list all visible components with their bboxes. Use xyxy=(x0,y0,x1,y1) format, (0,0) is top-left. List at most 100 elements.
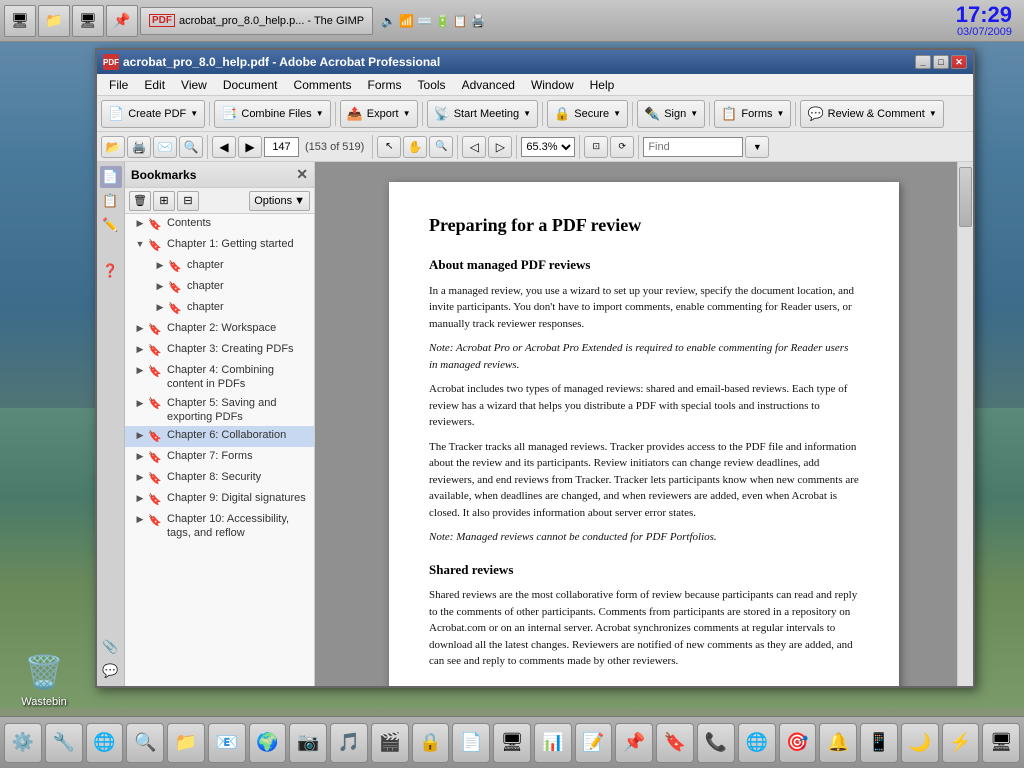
bm-collapse-button[interactable]: ⊟ xyxy=(177,191,199,211)
dock-btn-music[interactable]: 🎵 xyxy=(330,723,368,763)
find-arrow-button[interactable]: ▼ xyxy=(745,136,769,158)
sign-button[interactable]: ✒️ Sign ▼ xyxy=(637,100,705,128)
menu-comments[interactable]: Comments xyxy=(286,76,360,94)
menu-tools[interactable]: Tools xyxy=(410,76,454,94)
zoom-out-button[interactable]: 🔍 xyxy=(429,136,453,158)
bookmark-item-contents[interactable]: ▶ 🔖 Contents xyxy=(125,214,314,235)
fit-page-button[interactable]: ⊡ xyxy=(584,136,608,158)
bookmark-item-ch8[interactable]: ▶ 🔖 Chapter 8: Security xyxy=(125,468,314,489)
secure-button[interactable]: 🔒 Secure ▼ xyxy=(547,100,628,128)
sidebar-icon-help[interactable]: ❓ xyxy=(100,260,122,282)
bm-expand-button[interactable]: ⊞ xyxy=(153,191,175,211)
dock-btn-screen[interactable]: 🖥 xyxy=(982,723,1020,763)
dock-btn-spreadsheet[interactable]: 📊 xyxy=(534,723,572,763)
bookmarks-close-button[interactable]: ✕ xyxy=(296,166,308,183)
document-scroll-area[interactable]: Preparing for a PDF review About managed… xyxy=(315,162,973,686)
dock-btn-word[interactable]: 📝 xyxy=(575,723,613,763)
menu-edit[interactable]: Edit xyxy=(136,76,173,94)
menu-document[interactable]: Document xyxy=(215,76,286,94)
separator-5 xyxy=(632,102,633,126)
taskbar-btn-4[interactable]: 📌 xyxy=(106,5,138,37)
create-pdf-button[interactable]: 📄 Create PDF ▼ xyxy=(101,100,205,128)
menu-forms[interactable]: Forms xyxy=(360,76,410,94)
dock-btn-network[interactable]: 🌐 xyxy=(86,723,124,763)
expand-icon: ▶ xyxy=(133,397,147,411)
bookmark-item-ch10[interactable]: ▶ 🔖 Chapter 10: Accessibility, tags, and… xyxy=(125,510,314,543)
next-page-button[interactable]: ▶ xyxy=(238,136,262,158)
dock-btn-power[interactable]: ⚡ xyxy=(942,723,980,763)
hand-tool-button[interactable]: ✋ xyxy=(403,136,427,158)
bookmark-item-ch5[interactable]: ▶ 🔖 Chapter 5: Saving and exporting PDFs xyxy=(125,394,314,427)
bookmark-item-ch1-sub1[interactable]: ▶ 🔖 chapter xyxy=(125,256,314,277)
menu-advanced[interactable]: Advanced xyxy=(454,76,523,94)
forms-button[interactable]: 📋 Forms ▼ xyxy=(714,100,791,128)
create-pdf-arrow: ▼ xyxy=(190,109,198,118)
bm-delete-button[interactable]: 🗑 xyxy=(129,191,151,211)
search-btn[interactable]: 🔍 xyxy=(179,136,203,158)
print-button[interactable]: 🖨️ xyxy=(127,136,151,158)
dock-btn-moon[interactable]: 🌙 xyxy=(901,723,939,763)
bookmark-item-ch4[interactable]: ▶ 🔖 Chapter 4: Combining content in PDFs xyxy=(125,361,314,394)
dock-btn-monitor[interactable]: 🖥 xyxy=(493,723,531,763)
sidebar-icon-layers[interactable]: 📋 xyxy=(100,190,122,212)
taskbar-btn-2[interactable]: 📁 xyxy=(38,5,70,37)
bookmark-item-ch1-sub2[interactable]: ▶ 🔖 chapter xyxy=(125,277,314,298)
dock-btn-email[interactable]: 📧 xyxy=(208,723,246,763)
forward-button[interactable]: ▷ xyxy=(488,136,512,158)
dock-btn-phone[interactable]: 📞 xyxy=(697,723,735,763)
page-number-input[interactable] xyxy=(264,137,299,157)
open-folder-button[interactable]: 📂 xyxy=(101,136,125,158)
taskbar-btn-1[interactable]: 🖥 xyxy=(4,5,36,37)
zoom-select[interactable]: 65.3% 50% 75% 100% xyxy=(521,137,575,157)
dock-btn-target[interactable]: 🎯 xyxy=(779,723,817,763)
sidebar-icon-attachments[interactable]: 📎 xyxy=(100,636,122,658)
dock-btn-bookmark[interactable]: 📌 xyxy=(615,723,653,763)
dock-btn-web2[interactable]: 🌐 xyxy=(738,723,776,763)
dock-btn-browser[interactable]: 🌍 xyxy=(249,723,287,763)
dock-btn-settings[interactable]: ⚙️ xyxy=(4,723,42,763)
dock-btn-mobile[interactable]: 📱 xyxy=(860,723,898,763)
email-button[interactable]: ✉️ xyxy=(153,136,177,158)
combine-files-button[interactable]: 📑 Combine Files ▼ xyxy=(214,100,330,128)
review-comment-button[interactable]: 💬 Review & Comment ▼ xyxy=(800,100,943,128)
sidebar-icon-comments[interactable]: 💬 xyxy=(100,660,122,682)
wastebin[interactable]: 🗑️ Wastebin xyxy=(20,648,68,708)
maximize-button[interactable]: □ xyxy=(933,55,949,69)
dock-btn-search[interactable]: 🔍 xyxy=(126,723,164,763)
menu-window[interactable]: Window xyxy=(523,76,582,94)
bookmark-item-ch1-sub3[interactable]: ▶ 🔖 chapter xyxy=(125,298,314,319)
back-button[interactable]: ◁ xyxy=(462,136,486,158)
bookmark-item-ch1[interactable]: ▼ 🔖 Chapter 1: Getting started xyxy=(125,235,314,256)
dock-btn-document[interactable]: 📄 xyxy=(452,723,490,763)
bookmark-item-ch9[interactable]: ▶ 🔖 Chapter 9: Digital signatures xyxy=(125,489,314,510)
export-button[interactable]: 📤 Export ▼ xyxy=(340,100,418,128)
prev-page-button[interactable]: ◀ xyxy=(212,136,236,158)
dock-btn-tags[interactable]: 🔖 xyxy=(656,723,694,763)
dock-btn-files[interactable]: 📁 xyxy=(167,723,205,763)
dock-btn-security[interactable]: 🔒 xyxy=(412,723,450,763)
start-meeting-button[interactable]: 📡 Start Meeting ▼ xyxy=(427,100,539,128)
menu-file[interactable]: File xyxy=(101,76,136,94)
taskbar-app-title[interactable]: PDF acrobat_pro_8.0_help.p... - The GIMP xyxy=(140,7,373,35)
vertical-scrollbar[interactable] xyxy=(957,162,973,686)
taskbar-btn-3[interactable]: 🖥 xyxy=(72,5,104,37)
menu-help[interactable]: Help xyxy=(582,76,623,94)
dock-btn-notify[interactable]: 🔔 xyxy=(819,723,857,763)
close-button[interactable]: ✕ xyxy=(951,55,967,69)
bookmark-item-ch2[interactable]: ▶ 🔖 Chapter 2: Workspace xyxy=(125,319,314,340)
dock-btn-tools[interactable]: 🔧 xyxy=(45,723,83,763)
scroll-thumb[interactable] xyxy=(959,167,972,227)
bookmark-item-ch6[interactable]: ▶ 🔖 Chapter 6: Collaboration xyxy=(125,426,314,447)
bookmark-item-ch3[interactable]: ▶ 🔖 Chapter 3: Creating PDFs xyxy=(125,340,314,361)
rotate-button[interactable]: ⟳ xyxy=(610,136,634,158)
dock-btn-video[interactable]: 🎬 xyxy=(371,723,409,763)
find-input[interactable] xyxy=(643,137,743,157)
bookmark-item-ch7[interactable]: ▶ 🔖 Chapter 7: Forms xyxy=(125,447,314,468)
sidebar-icon-signatures[interactable]: ✏️ xyxy=(100,214,122,236)
select-tool-button[interactable]: ↖ xyxy=(377,136,401,158)
menu-view[interactable]: View xyxy=(173,76,215,94)
sidebar-icon-bookmarks[interactable]: 📄 xyxy=(100,166,122,188)
bm-options-button[interactable]: Options ▼ xyxy=(249,191,310,211)
dock-btn-camera[interactable]: 📷 xyxy=(289,723,327,763)
minimize-button[interactable]: _ xyxy=(915,55,931,69)
